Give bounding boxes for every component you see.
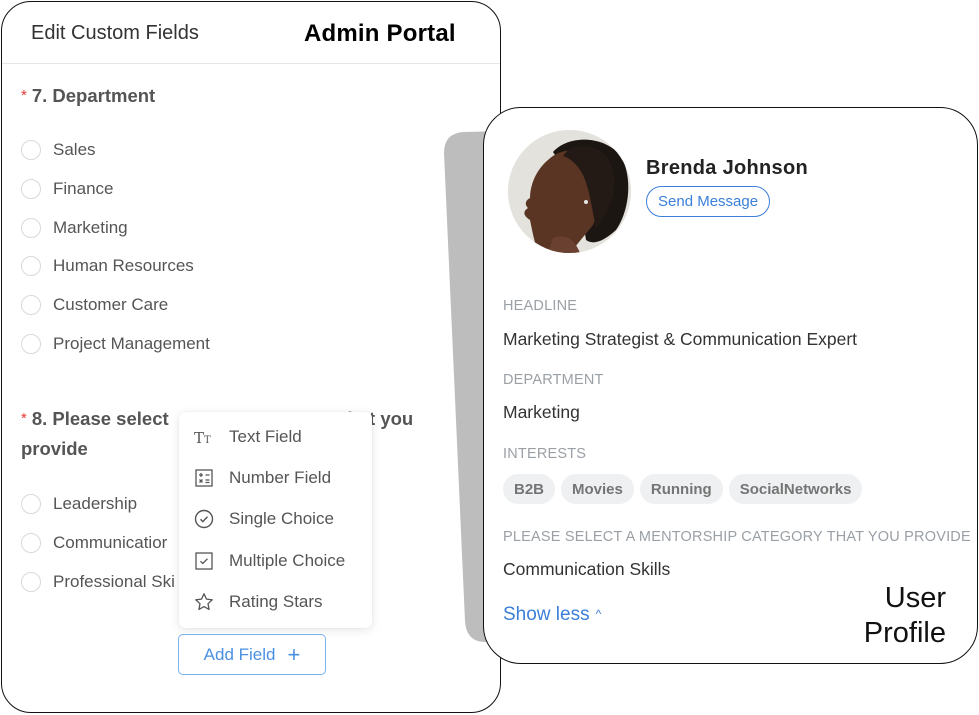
option-marketing[interactable]: Marketing — [21, 208, 210, 247]
circle-check-icon — [193, 509, 215, 529]
menu-item-text-field[interactable]: TT Text Field — [179, 416, 372, 457]
option-label: Project Management — [53, 333, 210, 353]
caption-line: User — [884, 582, 946, 614]
option-label: Customer Care — [53, 295, 169, 315]
radio-button[interactable] — [21, 333, 41, 354]
user-name: Brenda Johnson — [646, 157, 808, 179]
menu-item-single-choice[interactable]: Single Choice — [179, 499, 372, 540]
menu-item-multiple-choice[interactable]: Multiple Choice — [179, 540, 372, 581]
menu-item-number-field[interactable]: Number Field — [179, 457, 372, 498]
star-icon — [193, 592, 215, 612]
interests-label: INTERESTS — [503, 446, 587, 462]
required-mark: * — [21, 410, 27, 427]
option-label: Sales — [53, 140, 96, 160]
question-title-left: 8. Please select — [31, 408, 169, 429]
send-message-button[interactable]: Send Message — [646, 186, 771, 217]
caption-line: Profile — [863, 617, 946, 649]
show-less-label: Show less — [503, 604, 590, 625]
option-label: Finance — [53, 179, 114, 199]
option-leadership[interactable]: Leadership — [21, 485, 175, 524]
option-finance[interactable]: Finance — [21, 170, 210, 209]
option-label: Communicatior — [53, 533, 168, 553]
mentorship-value: Communication Skills — [503, 559, 671, 579]
avatar — [508, 130, 631, 253]
option-customer-care[interactable]: Customer Care — [21, 286, 210, 325]
department-value: Marketing — [503, 402, 580, 422]
add-field-menu: TT Text Field Number Field Single Choice… — [179, 412, 372, 628]
radio-button[interactable] — [21, 571, 41, 592]
user-profile-caption: User Profile — [864, 581, 946, 651]
radio-button[interactable] — [21, 179, 41, 200]
headline-label: HEADLINE — [503, 298, 578, 314]
plus-icon: + — [287, 641, 301, 667]
menu-label: Single Choice — [229, 509, 334, 529]
interest-chip: Movies — [561, 474, 634, 504]
mentorship-options: Leadership Communicatior Professional Sk… — [21, 485, 175, 601]
radio-button[interactable] — [21, 533, 41, 554]
radio-button[interactable] — [21, 256, 41, 277]
menu-label: Number Field — [229, 467, 332, 487]
radio-button[interactable] — [21, 295, 41, 316]
interest-chips: B2B Movies Running SocialNetworks — [503, 474, 863, 504]
interest-chip: Running — [639, 474, 723, 504]
radio-button[interactable] — [21, 140, 41, 161]
mentorship-label: PLEASE SELECT A MENTORSHIP CATEGORY THAT… — [503, 529, 971, 545]
page-title: Edit Custom Fields — [31, 22, 199, 44]
show-less-link[interactable]: Show less ^ — [503, 604, 601, 626]
option-project-management[interactable]: Project Management — [21, 324, 210, 363]
option-human-resources[interactable]: Human Resources — [21, 247, 210, 286]
radio-button[interactable] — [21, 217, 41, 238]
add-field-button[interactable]: Add Field + — [178, 634, 326, 675]
menu-label: Text Field — [229, 426, 302, 446]
radio-button[interactable] — [21, 494, 41, 515]
question-title-line2: provide — [21, 438, 88, 459]
interest-chip: B2B — [503, 474, 556, 504]
add-field-label: Add Field — [203, 644, 276, 664]
text-field-icon: TT — [193, 427, 215, 447]
question-department: * 7. Department — [21, 81, 155, 111]
department-label: DEPARTMENT — [503, 372, 604, 388]
calculator-icon — [193, 468, 215, 488]
chevron-up-icon: ^ — [595, 607, 602, 621]
svg-text:T: T — [204, 435, 211, 445]
option-label: Human Resources — [53, 256, 194, 276]
interest-chip: SocialNetworks — [728, 474, 863, 504]
option-sales[interactable]: Sales — [21, 131, 210, 170]
option-label: Professional Ski — [53, 571, 175, 591]
admin-header: Edit Custom Fields Admin Portal — [2, 2, 500, 64]
menu-item-rating-stars[interactable]: Rating Stars — [179, 581, 372, 622]
option-label: Marketing — [53, 217, 128, 237]
admin-portal-caption: Admin Portal — [304, 20, 456, 47]
menu-label: Multiple Choice — [229, 550, 346, 570]
option-label: Leadership — [53, 494, 138, 514]
department-options: Sales Finance Marketing Human Resources … — [21, 131, 210, 363]
svg-text:T: T — [194, 429, 204, 445]
question-title: 7. Department — [31, 85, 156, 106]
admin-portal-panel: Edit Custom Fields Admin Portal * 7. Depa… — [1, 1, 501, 713]
user-profile-panel: Brenda Johnson Send Message HEADLINE Mar… — [483, 107, 978, 664]
option-communication-skills[interactable]: Communicatior — [21, 524, 175, 563]
headline-value: Marketing Strategist & Communication Exp… — [503, 329, 858, 349]
option-professional-skills[interactable]: Professional Ski — [21, 562, 175, 601]
required-mark: * — [21, 87, 27, 104]
checkbox-icon — [193, 551, 215, 571]
menu-label: Rating Stars — [229, 591, 323, 611]
